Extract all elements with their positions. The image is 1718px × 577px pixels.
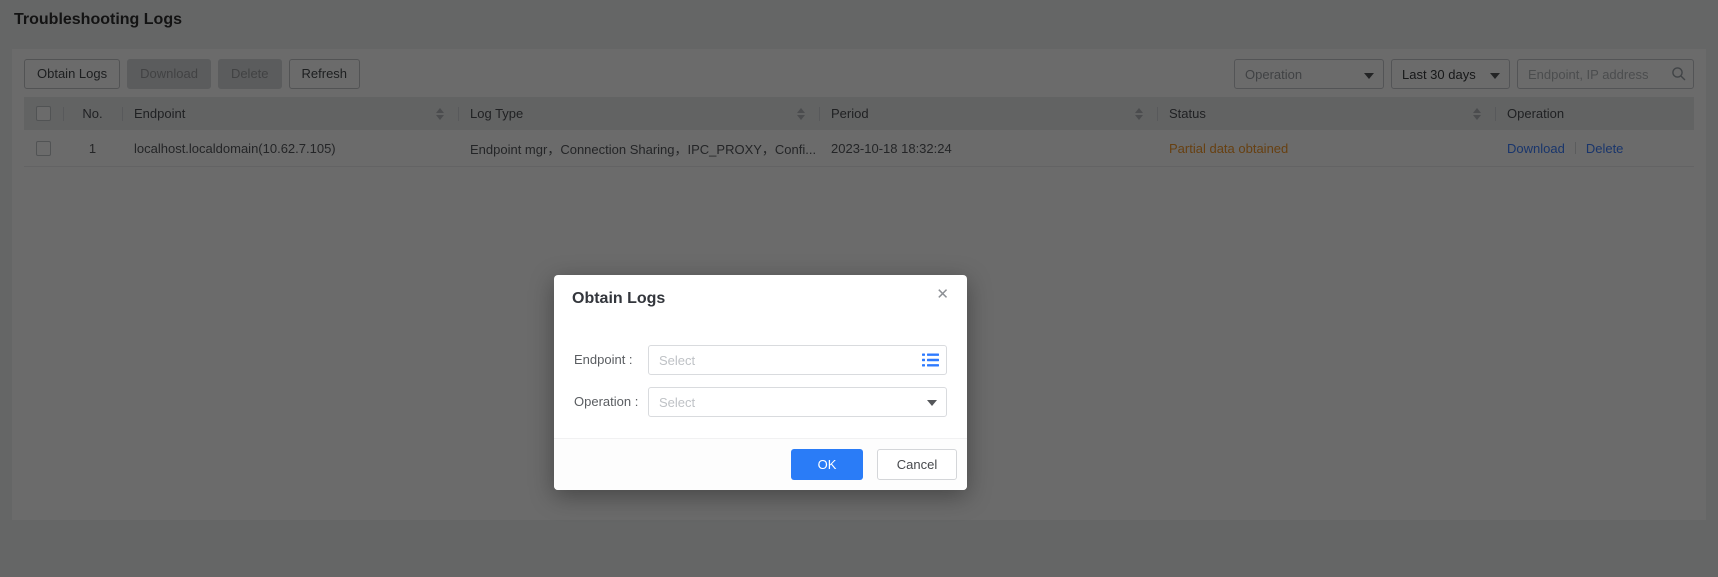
list-picker-icon[interactable] <box>922 353 939 372</box>
endpoint-select-input[interactable] <box>648 345 947 375</box>
cancel-button[interactable]: Cancel <box>877 449 957 480</box>
endpoint-field <box>648 345 947 375</box>
endpoint-field-label: Endpoint : <box>574 352 633 367</box>
endpoint-field-row: Endpoint : <box>554 345 967 375</box>
close-icon[interactable]: ✕ <box>936 287 949 302</box>
dialog-title: Obtain Logs <box>572 290 666 307</box>
operation-field-row: Operation : <box>554 387 967 417</box>
ok-button[interactable]: OK <box>791 449 863 480</box>
operation-select-input[interactable] <box>648 387 947 417</box>
obtain-logs-dialog: Obtain Logs ✕ Endpoint : O <box>554 275 967 490</box>
chevron-down-icon <box>927 400 937 406</box>
screen: Troubleshooting Logs Obtain Logs Downloa… <box>0 0 1718 577</box>
dialog-footer: OK Cancel <box>554 438 967 490</box>
operation-field-label: Operation : <box>574 394 639 409</box>
operation-field <box>648 387 947 417</box>
